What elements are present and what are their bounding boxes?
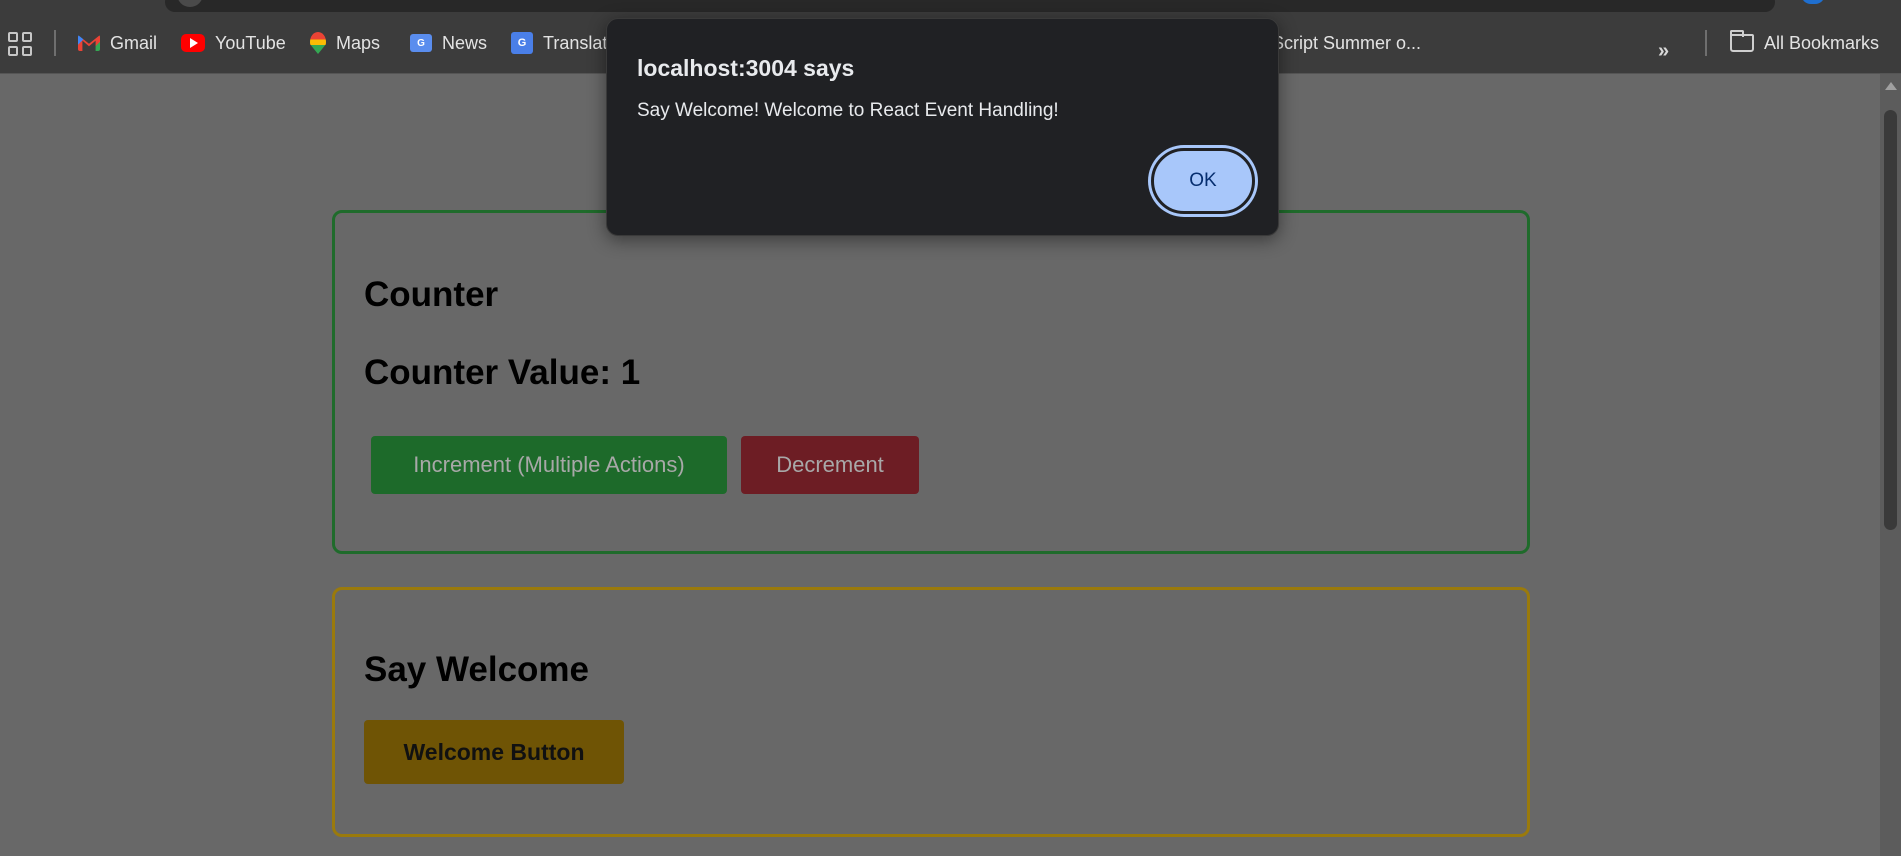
increment-button[interactable]: Increment (Multiple Actions): [371, 436, 727, 494]
scrollbar[interactable]: [1880, 74, 1901, 856]
counter-card: Counter Counter Value: 1 Increment (Mult…: [332, 210, 1530, 554]
gmail-icon: [78, 35, 100, 51]
bookmarks-separator: [1705, 30, 1707, 56]
bookmark-label: YouTube: [215, 32, 286, 53]
news-icon: G: [410, 34, 432, 52]
scroll-up-arrow-icon[interactable]: [1885, 82, 1897, 90]
alert-dialog: localhost:3004 says Say Welcome! Welcome…: [606, 18, 1279, 236]
bookmark-label: Gmail: [110, 32, 158, 53]
welcome-card: Say Welcome Welcome Button: [332, 587, 1530, 837]
bookmark-label: rlScript Summer o...: [1262, 32, 1422, 53]
apps-grid-icon[interactable]: [8, 32, 32, 56]
counter-heading: Counter: [364, 275, 499, 314]
welcome-button[interactable]: Welcome Button: [364, 720, 624, 784]
bookmark-label: Translat: [543, 32, 608, 53]
bookmarks-separator: [54, 30, 56, 56]
bookmark-summer[interactable]: rlScript Summer o...: [1262, 28, 1421, 58]
dialog-title: localhost:3004 says: [637, 55, 855, 81]
scrollbar-thumb[interactable]: [1884, 110, 1897, 530]
bookmark-translate[interactable]: G Translat: [511, 28, 607, 58]
omnibox-strip: [0, 0, 1901, 12]
counter-value: Counter Value: 1: [364, 353, 641, 392]
ok-button[interactable]: OK: [1151, 148, 1255, 214]
bookmark-gmail[interactable]: Gmail: [78, 28, 157, 58]
maps-icon: [310, 32, 326, 54]
bookmark-news[interactable]: G News: [410, 28, 487, 58]
bookmarks-overflow-icon[interactable]: »: [1658, 40, 1669, 63]
decrement-button[interactable]: Decrement: [741, 436, 919, 494]
bookmark-youtube[interactable]: YouTube: [181, 28, 286, 58]
address-bar[interactable]: [165, 0, 1775, 12]
welcome-heading: Say Welcome: [364, 650, 590, 689]
all-bookmarks-label: All Bookmarks: [1764, 32, 1880, 53]
profile-avatar[interactable]: [1801, 0, 1825, 4]
youtube-icon: [181, 34, 205, 52]
translate-icon: G: [511, 32, 533, 54]
bookmark-label: Maps: [336, 32, 381, 53]
dialog-message: Say Welcome! Welcome to React Event Hand…: [637, 100, 1059, 121]
all-bookmarks-button[interactable]: All Bookmarks: [1730, 28, 1879, 58]
bookmark-maps[interactable]: Maps: [310, 28, 380, 58]
bookmark-label: News: [442, 32, 488, 53]
folder-icon: [1730, 30, 1754, 52]
